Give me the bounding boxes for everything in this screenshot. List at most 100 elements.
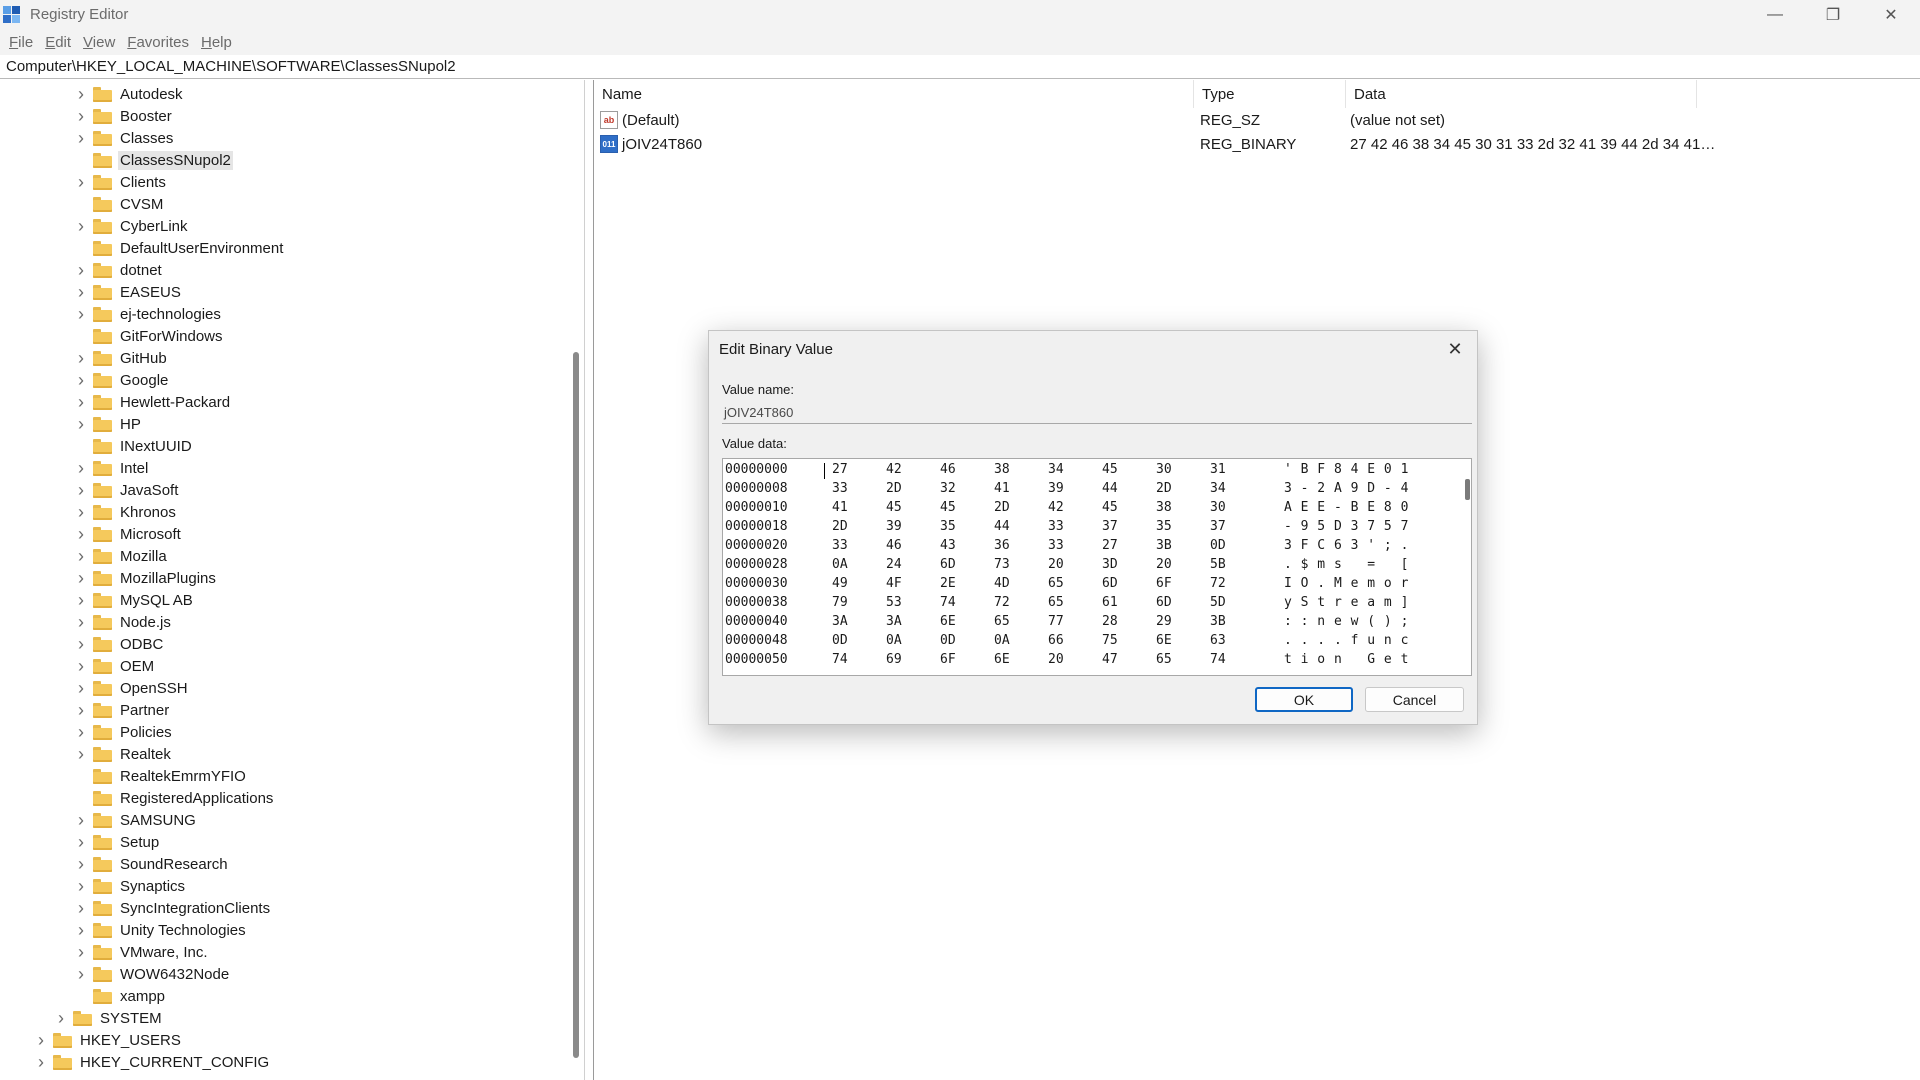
- tree-item[interactable]: › GitHub: [74, 347, 169, 369]
- registry-tree[interactable]: › Autodesk › Booster › Classes ClassesSNupol2 ›…: [0, 80, 585, 1080]
- chevron-right-icon[interactable]: ›: [74, 259, 88, 281]
- chevron-right-icon[interactable]: ›: [74, 699, 88, 721]
- chevron-right-icon[interactable]: ›: [74, 721, 88, 743]
- chevron-right-icon[interactable]: ›: [74, 127, 88, 149]
- tree-item[interactable]: › ODBC: [74, 633, 165, 655]
- value-row-default[interactable]: ab (Default) REG_SZ (value not set): [594, 108, 1920, 132]
- chevron-right-icon[interactable]: ›: [74, 831, 88, 853]
- chevron-right-icon[interactable]: ›: [54, 1007, 68, 1029]
- tree-item[interactable]: › Partner: [74, 699, 171, 721]
- tree-item[interactable]: › SoundResearch: [74, 853, 230, 875]
- menu-view[interactable]: View: [77, 34, 121, 51]
- dialog-close-button[interactable]: ✕: [1445, 339, 1465, 359]
- column-header-name[interactable]: Name: [594, 80, 1194, 108]
- tree-item[interactable]: xampp: [74, 985, 167, 1007]
- tree-item[interactable]: › Setup: [74, 831, 161, 853]
- chevron-right-icon[interactable]: ›: [74, 281, 88, 303]
- chevron-right-icon[interactable]: ›: [74, 105, 88, 127]
- tree-item[interactable]: › Microsoft: [74, 523, 183, 545]
- value-row-binary[interactable]: 011 jOIV24T860 REG_BINARY 27 42 46 38 34…: [594, 132, 1920, 156]
- chevron-right-icon[interactable]: ›: [74, 215, 88, 237]
- chevron-right-icon[interactable]: ›: [74, 83, 88, 105]
- chevron-right-icon[interactable]: ›: [74, 941, 88, 963]
- tree-item[interactable]: RealtekEmrmYFIO: [74, 765, 248, 787]
- ok-button[interactable]: OK: [1255, 687, 1353, 712]
- chevron-right-icon[interactable]: ›: [74, 545, 88, 567]
- chevron-right-icon[interactable]: ›: [74, 809, 88, 831]
- chevron-right-icon[interactable]: ›: [74, 457, 88, 479]
- hex-scrollbar-thumb[interactable]: [1465, 479, 1470, 500]
- value-data-hex-editor[interactable]: 00000000 27 42 46 38 34 45 30 31 ' B F 8 4 E 0 10…: [722, 458, 1472, 676]
- address-bar[interactable]: Computer\HKEY_LOCAL_MACHINE\SOFTWARE\Cla…: [0, 55, 1920, 79]
- maximize-button[interactable]: ❐: [1804, 0, 1862, 29]
- menu-file[interactable]: File: [3, 34, 39, 51]
- chevron-right-icon[interactable]: ›: [74, 589, 88, 611]
- menu-edit[interactable]: Edit: [39, 34, 77, 51]
- tree-item[interactable]: › CyberLink: [74, 215, 190, 237]
- tree-item[interactable]: › Khronos: [74, 501, 178, 523]
- tree-item[interactable]: › Mozilla: [74, 545, 169, 567]
- chevron-right-icon[interactable]: ›: [34, 1029, 48, 1051]
- chevron-right-icon[interactable]: ›: [74, 633, 88, 655]
- chevron-right-icon[interactable]: ›: [74, 523, 88, 545]
- tree-item[interactable]: › JavaSoft: [74, 479, 180, 501]
- chevron-right-icon[interactable]: ›: [34, 1051, 48, 1073]
- tree-item[interactable]: › Clients: [74, 171, 168, 193]
- tree-item[interactable]: DefaultUserEnvironment: [74, 237, 285, 259]
- tree-item[interactable]: INextUUID: [74, 435, 194, 457]
- chevron-right-icon[interactable]: ›: [74, 875, 88, 897]
- tree-item[interactable]: ClassesSNupol2: [74, 149, 233, 171]
- tree-item[interactable]: › HKEY_USERS: [34, 1029, 183, 1051]
- tree-item[interactable]: › HP: [74, 413, 143, 435]
- address-path[interactable]: Computer\HKEY_LOCAL_MACHINE\SOFTWARE\Cla…: [6, 58, 456, 75]
- tree-item[interactable]: › HKEY_CURRENT_CONFIG: [34, 1051, 271, 1073]
- tree-item[interactable]: › OEM: [74, 655, 156, 677]
- menu-help[interactable]: Help: [195, 34, 238, 51]
- chevron-right-icon[interactable]: ›: [74, 413, 88, 435]
- tree-item[interactable]: › Synaptics: [74, 875, 187, 897]
- tree-item[interactable]: › VMware, Inc.: [74, 941, 210, 963]
- menu-favorites[interactable]: Favorites: [121, 34, 195, 51]
- tree-item[interactable]: › Policies: [74, 721, 174, 743]
- chevron-right-icon[interactable]: ›: [74, 963, 88, 985]
- chevron-right-icon[interactable]: ›: [74, 391, 88, 413]
- tree-item[interactable]: › MozillaPlugins: [74, 567, 218, 589]
- column-header-type[interactable]: Type: [1194, 80, 1346, 108]
- tree-item[interactable]: › SyncIntegrationClients: [74, 897, 272, 919]
- chevron-right-icon[interactable]: ›: [74, 303, 88, 325]
- chevron-right-icon[interactable]: ›: [74, 567, 88, 589]
- cancel-button[interactable]: Cancel: [1365, 687, 1464, 712]
- chevron-right-icon[interactable]: ›: [74, 501, 88, 523]
- chevron-right-icon[interactable]: ›: [74, 479, 88, 501]
- tree-item[interactable]: › EASEUS: [74, 281, 183, 303]
- tree-item[interactable]: › MySQL AB: [74, 589, 195, 611]
- chevron-right-icon[interactable]: ›: [74, 853, 88, 875]
- tree-item[interactable]: › ej-technologies: [74, 303, 223, 325]
- chevron-right-icon[interactable]: ›: [74, 655, 88, 677]
- close-window-button[interactable]: ✕: [1862, 0, 1920, 29]
- chevron-right-icon[interactable]: ›: [74, 897, 88, 919]
- chevron-right-icon[interactable]: ›: [74, 611, 88, 633]
- tree-item[interactable]: › SAMSUNG: [74, 809, 198, 831]
- tree-item[interactable]: GitForWindows: [74, 325, 225, 347]
- tree-item[interactable]: › Realtek: [74, 743, 173, 765]
- chevron-right-icon[interactable]: ›: [74, 743, 88, 765]
- tree-item[interactable]: › SYSTEM: [54, 1007, 164, 1029]
- tree-item[interactable]: › Google: [74, 369, 170, 391]
- tree-scrollbar-thumb[interactable]: [573, 352, 579, 1058]
- tree-item[interactable]: › Autodesk: [74, 83, 185, 105]
- tree-item[interactable]: › Unity Technologies: [74, 919, 248, 941]
- minimize-button[interactable]: —: [1746, 0, 1804, 29]
- chevron-right-icon[interactable]: ›: [74, 677, 88, 699]
- chevron-right-icon[interactable]: ›: [74, 369, 88, 391]
- tree-item[interactable]: › WOW6432Node: [74, 963, 231, 985]
- tree-item[interactable]: RegisteredApplications: [74, 787, 275, 809]
- tree-item[interactable]: › Intel: [74, 457, 150, 479]
- tree-item[interactable]: › OpenSSH: [74, 677, 190, 699]
- tree-item[interactable]: › Hewlett-Packard: [74, 391, 232, 413]
- chevron-right-icon[interactable]: ›: [74, 919, 88, 941]
- tree-item[interactable]: › Booster: [74, 105, 174, 127]
- tree-item[interactable]: CVSM: [74, 193, 165, 215]
- column-header-data[interactable]: Data: [1346, 80, 1696, 108]
- tree-item[interactable]: › dotnet: [74, 259, 164, 281]
